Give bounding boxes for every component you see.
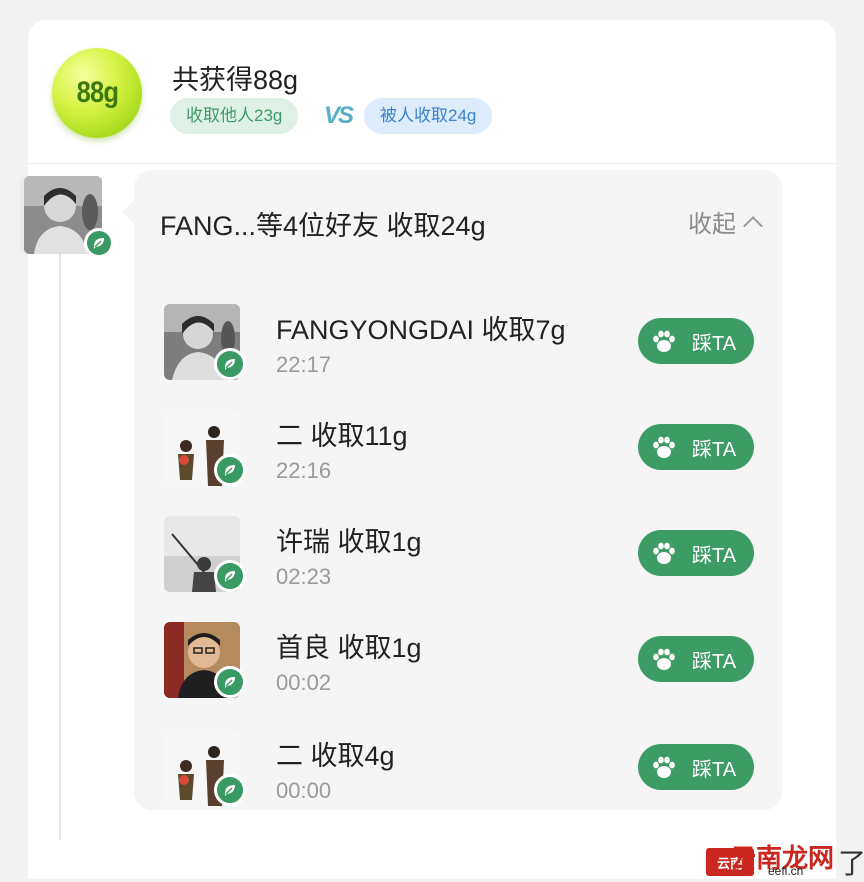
panel-title: FANG...等4位好友 收取24g — [160, 211, 486, 241]
friend-name: FANGYONGDAI 收取7g — [276, 315, 566, 345]
main-avatar-group[interactable] — [12, 170, 114, 258]
leaf-hand-icon — [214, 560, 246, 592]
step-button-label: 踩TA — [692, 438, 737, 461]
watermark-url: eefl.cn — [768, 864, 804, 878]
divider — [28, 163, 836, 164]
watermark-tail: 了 — [838, 848, 864, 879]
list-item: 二 收取4g 00:00 踩TA — [164, 730, 764, 820]
step-button-label: 踩TA — [692, 332, 737, 355]
step-button-label: 踩TA — [692, 544, 737, 567]
paw-icon — [653, 756, 675, 778]
leaf-hand-icon — [214, 454, 246, 486]
list-item: 二 收取11g 22:16 踩TA — [164, 410, 764, 500]
step-button[interactable]: 踩TA — [638, 636, 754, 682]
energy-ball: 88g — [52, 48, 142, 138]
friend-name: 首良 收取1g — [276, 633, 422, 663]
collapse-button[interactable]: 收起 — [688, 204, 763, 239]
friend-collect-panel: FANG...等4位好友 收取24g 收起 FANGYONGDAI 收取7g 2… — [122, 170, 782, 810]
leaf-hand-icon — [214, 348, 246, 380]
total-title: 共获得88g — [172, 65, 299, 95]
watermark: 云南 云南龙网 eefl.cn 了 — [706, 838, 864, 879]
paw-icon — [653, 330, 675, 352]
collect-time: 00:02 — [276, 670, 332, 695]
energy-value: 88g — [76, 76, 118, 109]
friend-name: 二 收取4g — [276, 741, 395, 771]
friend-name: 二 收取11g — [276, 421, 408, 451]
step-button-label: 踩TA — [692, 650, 737, 673]
stolen-chip: 被人收取24g — [364, 98, 493, 134]
step-button[interactable]: 踩TA — [638, 530, 754, 576]
collect-time: 02:23 — [276, 564, 332, 589]
paw-icon — [653, 436, 675, 458]
timeline-line — [59, 250, 61, 840]
leaf-hand-icon — [214, 666, 246, 698]
leaf-hand-icon — [84, 228, 114, 258]
collected-chip: 收取他人23g — [170, 98, 299, 134]
friend-name: 许瑞 收取1g — [276, 527, 422, 557]
collect-time: 00:00 — [276, 778, 332, 803]
list-item: 首良 收取1g 00:02 踩TA — [164, 622, 764, 712]
step-button[interactable]: 踩TA — [638, 318, 754, 364]
list-item: FANGYONGDAI 收取7g 22:17 踩TA — [164, 304, 764, 394]
collect-time: 22:16 — [276, 458, 332, 483]
paw-icon — [653, 542, 675, 564]
paw-icon — [653, 648, 675, 670]
vs-label: VS — [324, 102, 354, 129]
chevron-up-icon — [743, 215, 763, 236]
step-button[interactable]: 踩TA — [638, 744, 754, 790]
leaf-hand-icon — [214, 774, 246, 806]
collapse-label: 收起 — [688, 211, 736, 238]
step-button[interactable]: 踩TA — [638, 424, 754, 470]
collect-time: 22:17 — [276, 352, 332, 377]
step-button-label: 踩TA — [692, 758, 737, 781]
list-item: 许瑞 收取1g 02:23 踩TA — [164, 516, 764, 606]
